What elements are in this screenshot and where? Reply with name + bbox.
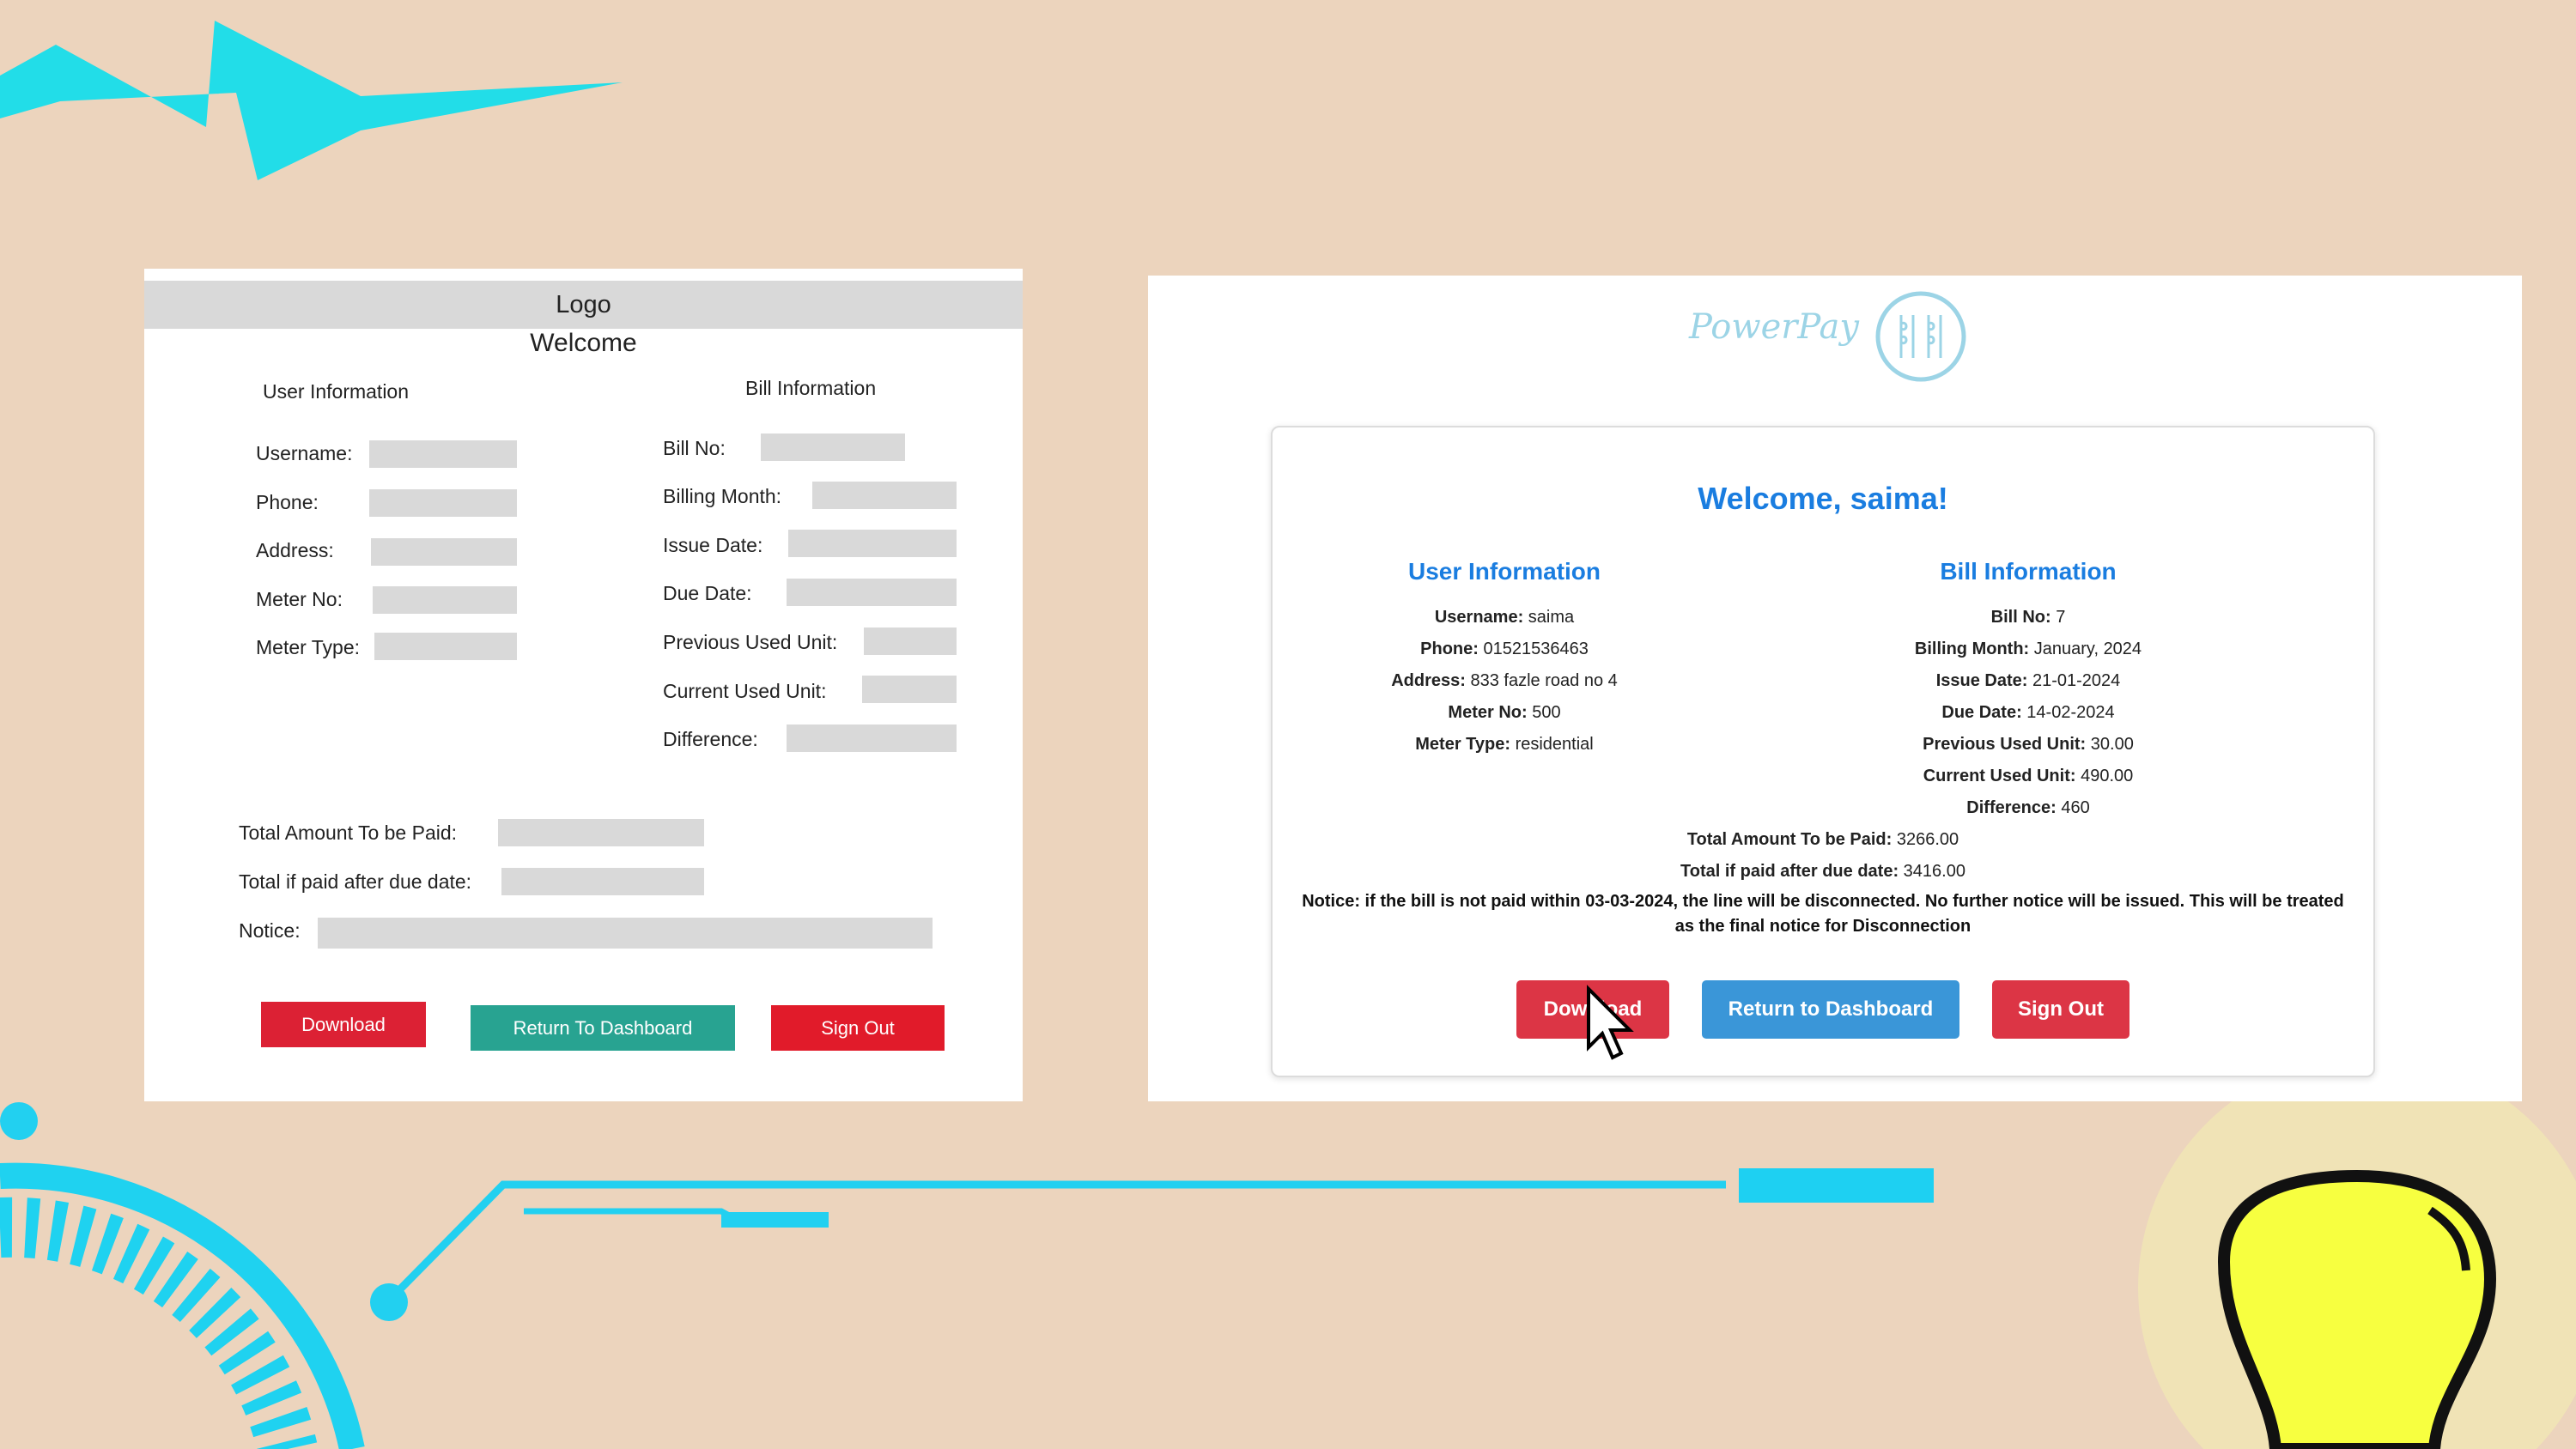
wireframe-bill-info-heading: Bill Information bbox=[745, 377, 877, 399]
current-unit-row: Current Used Unit: 490.00 bbox=[1923, 767, 2134, 785]
wireframe-signout-button[interactable]: Sign Out bbox=[771, 1005, 945, 1051]
wireframe-previous-unit-field bbox=[864, 627, 957, 655]
wireframe-phone-label: Phone: bbox=[256, 491, 319, 513]
wireframe-user-info-heading: User Information bbox=[263, 380, 410, 403]
wireframe-meter-type-field bbox=[374, 633, 517, 660]
wireframe-issue-date-field bbox=[788, 530, 957, 557]
user-info-heading: User Information bbox=[1407, 558, 1601, 585]
after-due-row: Total if paid after due date: 3416.00 bbox=[1680, 862, 1965, 881]
wireframe-current-unit-label: Current Used Unit: bbox=[663, 680, 827, 702]
wireframe-address-label: Address: bbox=[256, 539, 334, 561]
wireframe-meter-no-field bbox=[373, 586, 517, 614]
wireframe-notice-label: Notice: bbox=[239, 919, 301, 942]
meter-no-row: Meter No: 500 bbox=[1448, 703, 1561, 722]
bill-card: Welcome, saima! User Information Bill In… bbox=[1271, 426, 2375, 1077]
wireframe-billing-month-field bbox=[812, 482, 957, 509]
previous-unit-row: Previous Used Unit: 30.00 bbox=[1923, 735, 2134, 754]
wireframe-welcome: Welcome bbox=[530, 329, 637, 357]
wireframe-download-button[interactable]: Download bbox=[261, 1002, 426, 1047]
wireframe-address-field bbox=[371, 538, 517, 566]
wireframe-total-label: Total Amount To be Paid: bbox=[239, 822, 458, 844]
wireframe-panel: Logo Welcome User Information Bill Infor… bbox=[144, 269, 1023, 1101]
wireframe-issue-date-label: Issue Date: bbox=[663, 534, 763, 556]
difference-row: Difference: 460 bbox=[1966, 798, 2090, 817]
brand-name: PowerPay bbox=[1689, 307, 1859, 347]
return-dashboard-button[interactable]: Return to Dashboard bbox=[1702, 980, 1959, 1039]
bill-info-heading: Bill Information bbox=[1940, 558, 2117, 585]
wireframe-due-date-label: Due Date: bbox=[663, 582, 752, 604]
app-panel: PowerPay Welcome, saima! User Informatio… bbox=[1148, 276, 2522, 1101]
due-date-row: Due Date: 14-02-2024 bbox=[1941, 703, 2115, 722]
wireframe-meter-type-label: Meter Type: bbox=[256, 636, 361, 658]
wireframe-difference-label: Difference: bbox=[663, 728, 758, 750]
wireframe-after-due-field bbox=[501, 868, 704, 895]
wireframe-after-due-label: Total if paid after due date: bbox=[239, 870, 472, 893]
wireframe-total-field bbox=[498, 819, 704, 846]
wireframe-meter-no-label: Meter No: bbox=[256, 588, 343, 610]
phone-row: Phone: 01521536463 bbox=[1420, 640, 1589, 658]
wireframe-username-field bbox=[369, 440, 517, 468]
wireframe-due-date-field bbox=[787, 579, 957, 606]
powerpay-logo-icon bbox=[1875, 291, 1966, 382]
wireframe-difference-field bbox=[787, 724, 957, 752]
wireframe-billing-month-label: Billing Month: bbox=[663, 485, 782, 507]
wireframe-previous-unit-label: Previous Used Unit: bbox=[663, 631, 838, 653]
wireframe-phone-field bbox=[369, 489, 517, 517]
issue-date-row: Issue Date: 21-01-2024 bbox=[1935, 671, 2121, 690]
welcome-heading: Welcome, saima! bbox=[1698, 481, 1948, 516]
meter-type-row: Meter Type: residential bbox=[1415, 735, 1594, 754]
wireframe-bill-no-label: Bill No: bbox=[663, 437, 726, 459]
signout-button[interactable]: Sign Out bbox=[1992, 980, 2129, 1039]
total-row: Total Amount To be Paid: 3266.00 bbox=[1686, 830, 1959, 849]
username-row: Username: saima bbox=[1434, 608, 1575, 627]
mouse-cursor-icon bbox=[1587, 985, 1634, 1060]
wireframe-current-unit-field bbox=[862, 676, 957, 703]
wireframe-username-label: Username: bbox=[256, 442, 353, 464]
wireframe-dashboard-button[interactable]: Return To Dashboard bbox=[471, 1005, 735, 1051]
billing-month-row: Billing Month: January, 2024 bbox=[1914, 640, 2142, 658]
wireframe-notice-field bbox=[318, 918, 933, 949]
wireframe-bill-no-field bbox=[761, 433, 905, 461]
notice-text: Notice: if the bill is not paid within 0… bbox=[1302, 892, 2344, 936]
bill-no-row: Bill No: 7 bbox=[1990, 608, 2066, 627]
logo-placeholder: Logo bbox=[144, 281, 1023, 329]
address-row: Address: 833 fazle road no 4 bbox=[1391, 671, 1618, 690]
